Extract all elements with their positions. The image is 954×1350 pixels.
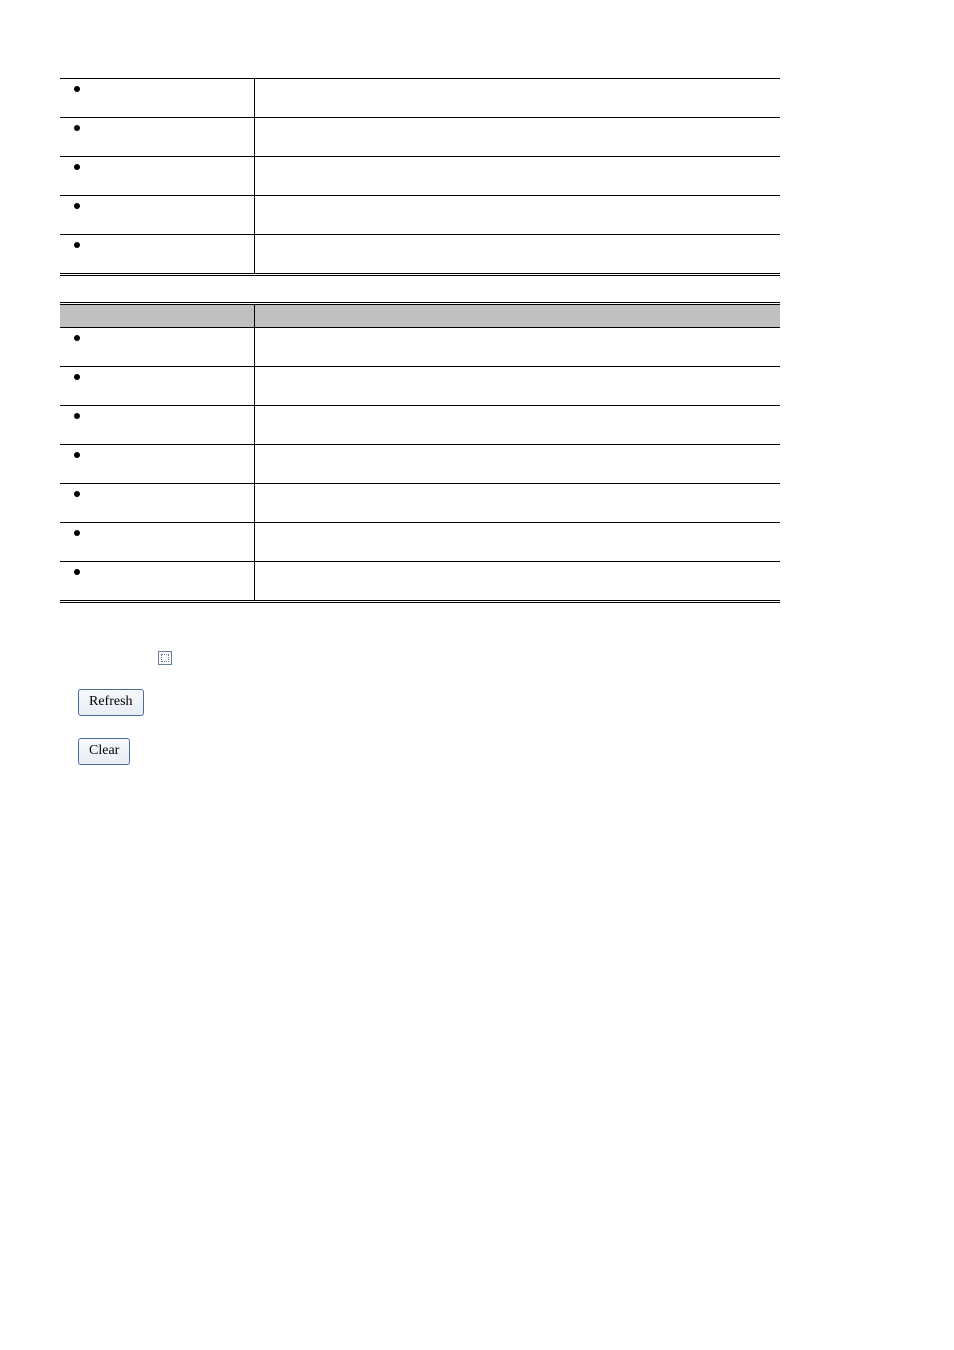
checkbox[interactable] xyxy=(158,651,172,665)
bullet-icon xyxy=(74,164,80,170)
table-row xyxy=(60,79,780,118)
table-1 xyxy=(60,78,780,276)
table-row xyxy=(60,406,780,445)
bullet-icon xyxy=(74,491,80,497)
bullet-icon xyxy=(74,203,80,209)
table-row xyxy=(60,328,780,367)
table-header-row xyxy=(60,304,780,328)
bullet-icon xyxy=(74,335,80,341)
refresh-button[interactable]: Refresh xyxy=(78,689,144,716)
table-row xyxy=(60,445,780,484)
table-row xyxy=(60,484,780,523)
clear-button[interactable]: Clear xyxy=(78,738,130,765)
bullet-icon xyxy=(74,530,80,536)
bullet-icon xyxy=(74,86,80,92)
table-row xyxy=(60,523,780,562)
bullet-icon xyxy=(74,374,80,380)
checkbox-row xyxy=(158,651,894,689)
bullet-icon xyxy=(74,569,80,575)
bullet-icon xyxy=(74,452,80,458)
bullet-icon xyxy=(74,242,80,248)
table-2 xyxy=(60,302,780,603)
table-row xyxy=(60,235,780,275)
table-row xyxy=(60,196,780,235)
table-row xyxy=(60,157,780,196)
bullet-icon xyxy=(74,125,80,131)
table-row xyxy=(60,118,780,157)
table-row xyxy=(60,562,780,602)
table-row xyxy=(60,367,780,406)
bullet-icon xyxy=(74,413,80,419)
